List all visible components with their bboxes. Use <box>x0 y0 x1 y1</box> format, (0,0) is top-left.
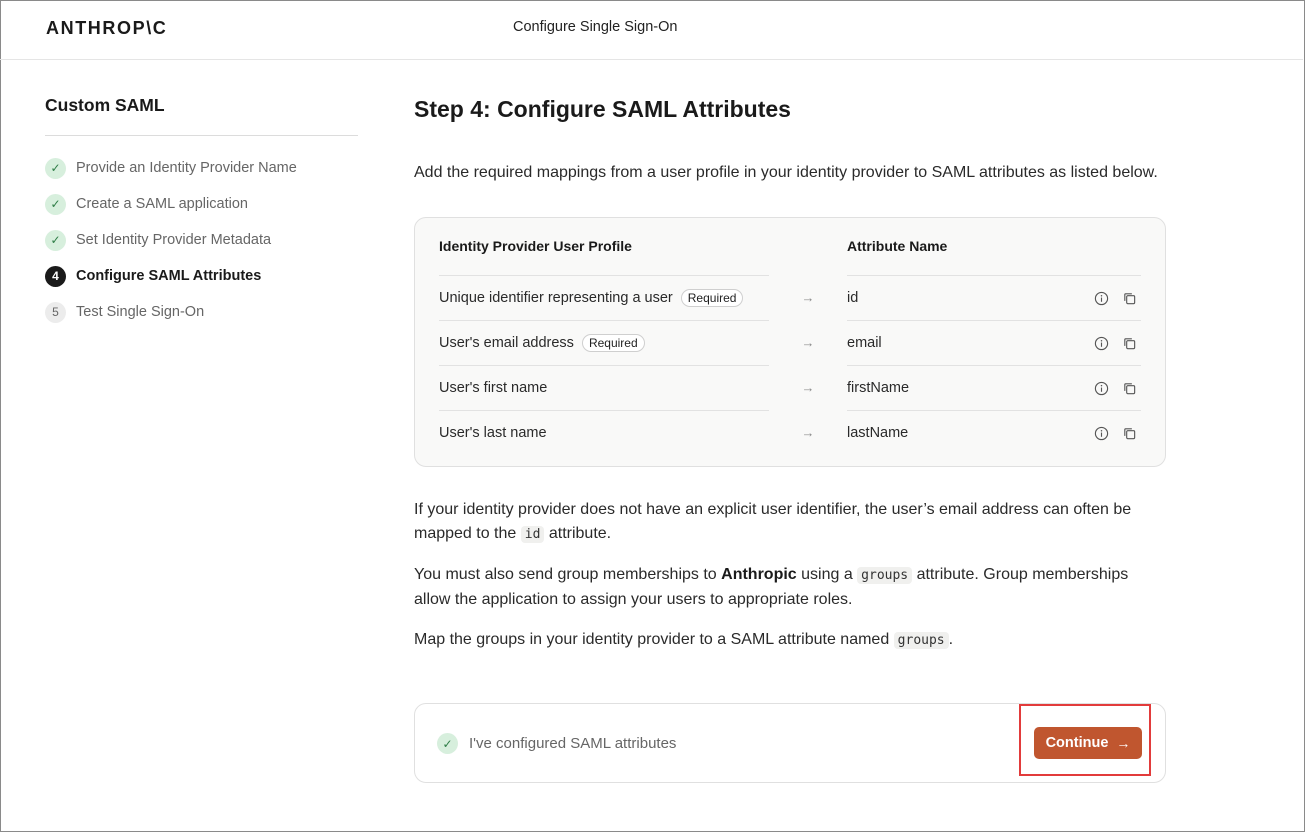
step-label: Create a SAML application <box>76 196 248 212</box>
profile-field: User's email address <box>439 335 574 351</box>
copy-icon[interactable] <box>1121 290 1137 306</box>
step-label: Provide an Identity Provider Name <box>76 160 297 176</box>
required-badge: Required <box>680 289 744 307</box>
confirmation-label: I've configured SAML attributes <box>469 735 677 752</box>
arrow-right-icon: → <box>801 335 815 350</box>
check-icon: ✓ <box>45 157 66 179</box>
copy-icon[interactable] <box>1121 335 1137 351</box>
info-icon[interactable] <box>1093 335 1109 351</box>
attribute-mapping-table: Identity Provider User Profile Attribute… <box>414 217 1166 467</box>
step-item-metadata[interactable]: ✓ Set Identity Provider Metadata <box>45 222 358 258</box>
copy-icon[interactable] <box>1121 380 1137 396</box>
continue-button[interactable]: Continue → <box>1034 727 1142 759</box>
check-icon: ✓ <box>45 229 66 251</box>
code-groups: groups <box>857 567 913 584</box>
header-title: Configure Single Sign-On <box>513 19 678 35</box>
step-item-provide-name[interactable]: ✓ Provide an Identity Provider Name <box>45 150 358 186</box>
step-list: ✓ Provide an Identity Provider Name ✓ Cr… <box>45 150 358 330</box>
table-row: User's last name → lastName <box>439 410 1141 455</box>
arrow-right-icon: → <box>801 380 815 395</box>
step-item-configure-attributes[interactable]: 4 Configure SAML Attributes <box>45 258 358 294</box>
table-row: Unique identifier representing a user Re… <box>439 275 1141 320</box>
copy-icon[interactable] <box>1121 425 1137 441</box>
groups-mapping-note: Map the groups in your identity provider… <box>414 631 954 649</box>
step-item-create-app[interactable]: ✓ Create a SAML application <box>45 186 358 222</box>
check-icon: ✓ <box>45 193 66 215</box>
column-header-attribute: Attribute Name <box>847 238 948 254</box>
arrow-right-icon: → <box>1116 735 1131 751</box>
column-header-profile: Identity Provider User Profile <box>439 238 632 254</box>
info-icon[interactable] <box>1093 425 1109 441</box>
profile-field: User's first name <box>439 380 548 396</box>
identifier-note: If your identity provider does not have … <box>414 501 1132 543</box>
arrow-right-icon: → <box>801 290 815 305</box>
code-id: id <box>520 526 545 543</box>
step-number-badge: 4 <box>45 265 66 287</box>
intro-text: Add the required mappings from a user pr… <box>414 164 1158 181</box>
step-number-badge: 5 <box>45 301 66 323</box>
step-label: Set Identity Provider Metadata <box>76 232 272 248</box>
step-label: Configure SAML Attributes <box>76 268 262 284</box>
attribute-name: email <box>847 335 882 351</box>
anthropic-logo: ANTHROP\C <box>46 18 168 38</box>
sidebar-title: Custom SAML <box>45 95 358 136</box>
required-badge: Required <box>581 334 645 352</box>
table-row: User's email address Required → email <box>439 320 1141 365</box>
sidebar: Custom SAML ✓ Provide an Identity Provid… <box>45 95 358 330</box>
code-groups: groups <box>893 632 949 649</box>
info-icon[interactable] <box>1093 380 1109 396</box>
check-icon[interactable]: ✓ <box>437 733 458 754</box>
page-title: Step 4: Configure SAML Attributes <box>414 96 791 122</box>
main-content: Step 4: Configure SAML Attributes Add th… <box>414 95 1166 653</box>
table-row: User's first name → firstName <box>439 365 1141 410</box>
header: ANTHROP\C Configure Single Sign-On <box>0 0 1303 60</box>
profile-field: Unique identifier representing a user <box>439 290 673 306</box>
attribute-name: firstName <box>847 380 910 396</box>
arrow-right-icon: → <box>801 425 815 440</box>
groups-note: You must also send group memberships to … <box>414 566 1129 608</box>
step-item-test-sso: 5 Test Single Sign-On <box>45 294 358 330</box>
info-icon[interactable] <box>1093 290 1109 306</box>
table-header: Identity Provider User Profile Attribute… <box>439 238 1141 275</box>
confirmation-panel: ✓ I've configured SAML attributes Contin… <box>414 703 1166 783</box>
attribute-name: id <box>847 290 859 306</box>
attribute-name: lastName <box>847 425 909 441</box>
step-label: Test Single Sign-On <box>76 304 205 320</box>
profile-field: User's last name <box>439 425 547 441</box>
